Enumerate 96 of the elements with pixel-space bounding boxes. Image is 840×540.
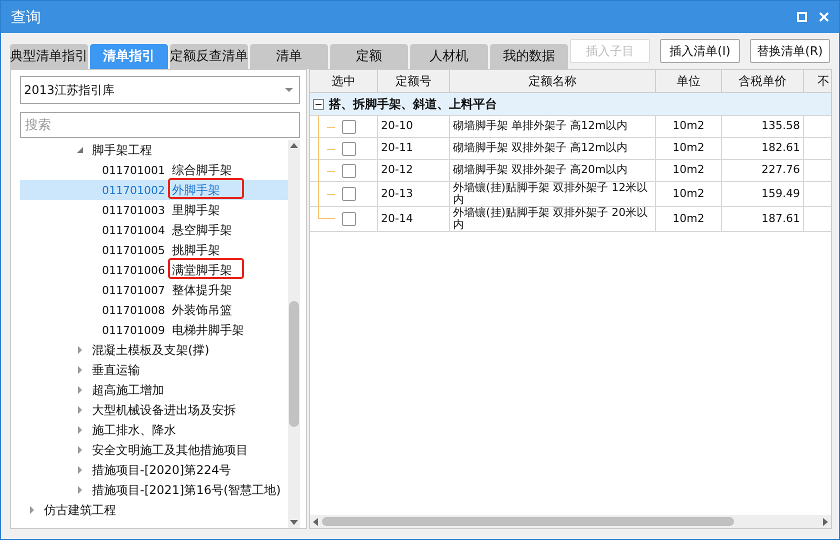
collapse-icon[interactable] [313,98,324,110]
tree-item[interactable]: 超高施工增加 [20,380,288,400]
table-cell: 10m2 [656,182,722,208]
item-code: 011701002 [102,184,166,196]
expander-icon[interactable] [76,346,84,354]
table-cell: 20-14 [378,207,450,232]
tree-item[interactable]: 011701004 悬空脚手架 [20,220,288,240]
tree-item[interactable]: 011701009 电梯井脚手架 [20,320,288,340]
item-code: 011701009 [102,324,166,336]
item-code: 011701001 [102,164,166,176]
table-cell: 187.61 [722,207,804,232]
tab[interactable]: 定额反查清单 [170,44,248,69]
toolbar-button[interactable]: 替换清单(R) [750,39,830,63]
checkbox[interactable] [342,212,356,226]
item-name: 挑脚手架 [172,242,220,258]
table-cell: 227.76 [722,160,804,182]
tree-item[interactable]: 011701002 外脚手架 [20,180,288,200]
item-name: 综合脚手架 [172,162,232,178]
tree-item[interactable]: 措施项目-[2021]第16号(智慧工地) [20,480,288,500]
tree-item[interactable]: 011701008 外装饰吊篮 [20,300,288,320]
tree-item[interactable]: 大型机械设备进出场及安拆 [20,400,288,420]
item-name: 满堂脚手架 [172,262,232,278]
expander-icon[interactable] [76,486,84,494]
table-cell: 159.49 [722,182,804,208]
library-dropdown[interactable]: 2013江苏指引库 [20,76,300,104]
tab[interactable]: 我的数据 [490,44,568,69]
close-icon[interactable] [819,12,829,22]
table-cell: 182.61 [722,138,804,160]
table-cell: 135.58 [722,116,804,138]
group-title: 搭、拆脚手架、斜道、上料平台 [329,96,497,112]
table-cell: 外墙镶(挂)贴脚手架 双排外架子 12米以内 [450,182,656,208]
tree-item[interactable]: 仿古建筑工程 [20,500,288,520]
table-cell: 砌墙脚手架 双排外架子 高20m以内 [450,160,656,182]
search-field[interactable]: 搜索 [20,112,300,138]
restore-icon[interactable] [797,12,807,22]
item-code: 011701004 [102,224,166,236]
tab[interactable]: 典型清单指引 [10,44,88,69]
expander-icon[interactable] [76,446,84,454]
caret-icon [285,88,293,92]
table-cell: 10m2 [656,207,722,232]
expander-icon[interactable] [76,466,84,474]
table-cell: 外墙镶(挂)贴脚手架 双排外架子 20米以内 [450,207,656,232]
scrollbar[interactable] [288,140,300,528]
table-cell: 砌墙脚手架 双排外架子 高12m以内 [450,138,656,160]
tree-item[interactable]: 011701003 里脚手架 [20,200,288,220]
tree-item[interactable]: 011701007 整体提升架 [20,280,288,300]
item-name: 外脚手架 [172,182,220,198]
item-name: 整体提升架 [172,282,232,298]
checkbox[interactable] [342,164,356,178]
tree-item[interactable]: 措施项目-[2020]第224号 [20,460,288,480]
item-name: 外装饰吊篮 [172,302,232,318]
table-cell: 20-11 [378,138,450,160]
item-code: 011701005 [102,244,166,256]
tab[interactable]: 清单 [250,44,328,69]
scroll-thumb[interactable] [289,301,299,427]
window-title: 查询 [11,8,42,26]
checkbox[interactable] [342,120,356,134]
tree-item[interactable]: 脚手架工程 [20,140,288,160]
tree-item[interactable]: 011701006 满堂脚手架 [20,260,288,280]
item-code: 011701006 [102,264,166,276]
tree-item[interactable]: 011701001 综合脚手架 [20,160,288,180]
toolbar-button[interactable]: 插入清单(I) [660,39,740,63]
tree-item[interactable]: 垂直运输 [20,360,288,380]
table-cell: 10m2 [656,160,722,182]
expander-icon[interactable] [76,366,84,374]
item-name: 悬空脚手架 [172,222,232,238]
tab[interactable]: 定额 [330,44,408,69]
expander-icon[interactable] [76,406,84,414]
tab[interactable]: 人材机 [410,44,488,69]
table-cell: 20-12 [378,160,450,182]
expander-icon[interactable] [76,146,84,154]
scroll-thumb[interactable] [322,517,734,526]
scroll-up-icon[interactable] [290,143,298,148]
item-name: 电梯井脚手架 [172,322,244,338]
checkbox[interactable] [342,187,356,202]
tree-item[interactable]: 施工排水、降水 [20,420,288,440]
table-cell: 10m2 [656,116,722,138]
tree-item[interactable]: 混凝土模板及支架(撑) [20,340,288,360]
scroll-left-icon[interactable] [313,518,318,526]
tree-item[interactable]: 安全文明施工及其他措施项目 [20,440,288,460]
scroll-down-icon[interactable] [290,520,298,525]
scroll-right-icon[interactable] [823,518,828,526]
scrollbar[interactable] [310,515,831,528]
table-cell: 10m2 [656,138,722,160]
table-cell: 砌墙脚手架 单排外架子 高12m以内 [450,116,656,138]
tree-item[interactable]: 011701005 挑脚手架 [20,240,288,260]
expander-icon[interactable] [76,386,84,394]
expander-icon[interactable] [28,506,36,514]
expander-icon[interactable] [76,426,84,434]
checkbox[interactable] [342,142,356,156]
table-cell: 20-13 [378,182,450,208]
item-code: 011701007 [102,284,166,296]
item-name: 里脚手架 [172,202,220,218]
item-code: 011701008 [102,304,166,316]
item-code: 011701003 [102,204,166,216]
table-cell: 20-10 [378,116,450,138]
